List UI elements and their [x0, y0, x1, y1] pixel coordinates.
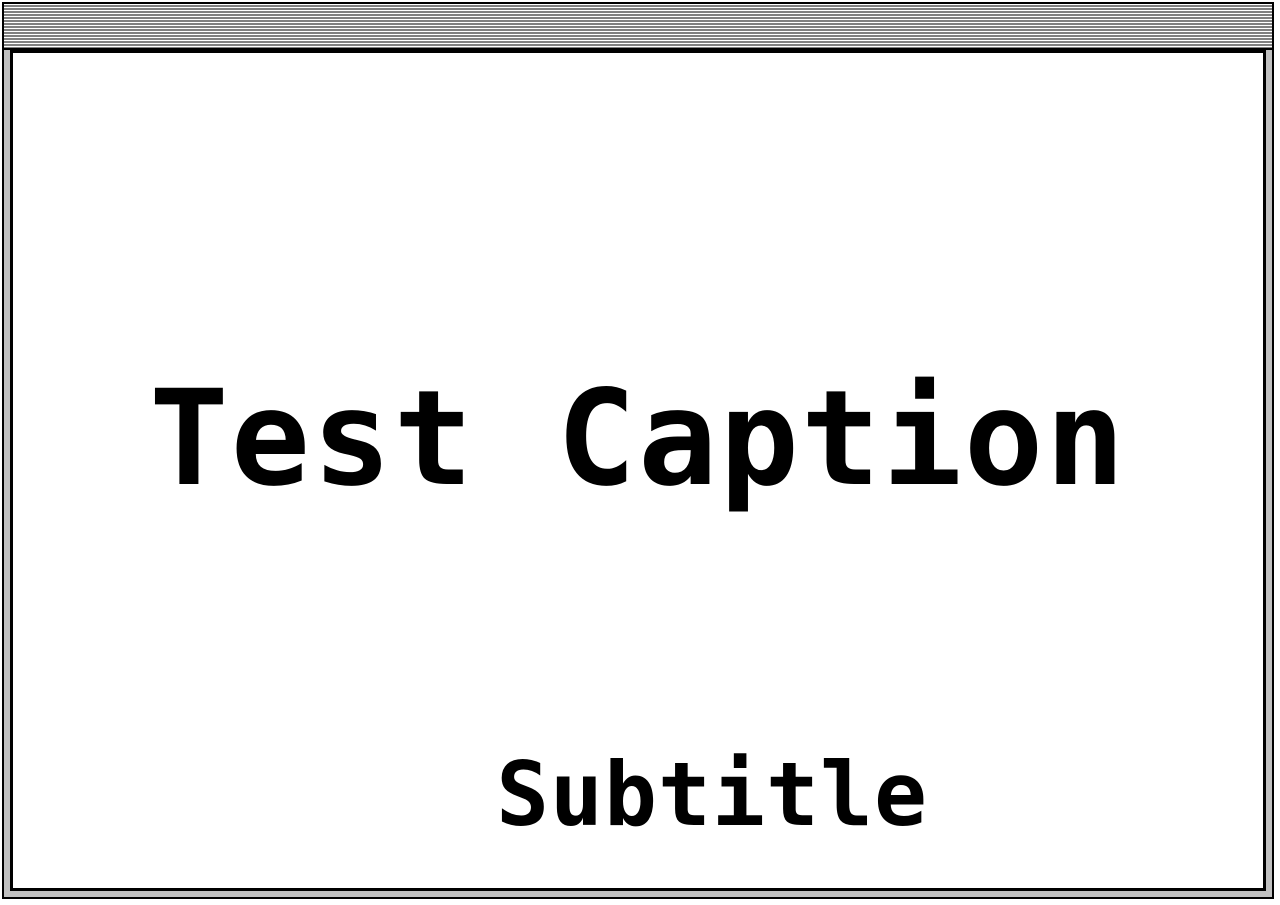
subtitle-text: Subtitle	[496, 743, 928, 846]
window-titlebar[interactable]	[4, 4, 1272, 50]
content-area: Test Caption Subtitle	[10, 50, 1266, 891]
app-window: Test Caption Subtitle	[2, 2, 1274, 899]
caption-text: Test Caption	[149, 362, 1127, 516]
